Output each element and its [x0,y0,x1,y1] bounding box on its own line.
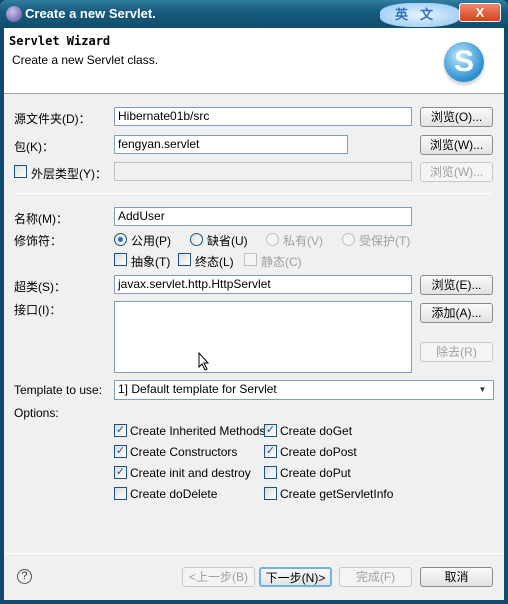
next-button[interactable]: 下一步(N)> [259,567,332,587]
option-checkbox[interactable]: ✓ [114,466,127,479]
help-icon[interactable]: ? [17,569,32,584]
servlet-logo-icon: S [444,42,484,82]
mouse-cursor-icon [198,352,210,371]
option-checkbox[interactable] [264,466,277,479]
superclass-label: 超类(S)： [14,280,66,294]
source-folder-input[interactable]: Hibernate01b/src [114,107,412,126]
dialog-window: Create a new Servlet. 英文 X Servlet Wizar… [0,0,508,604]
static-checkbox[interactable] [244,253,257,266]
superclass-input[interactable]: javax.servlet.http.HttpServlet [114,275,412,294]
dialog-body: Servlet Wizard Create a new Servlet clas… [4,28,504,600]
template-label: Template to use: [14,383,103,397]
back-button[interactable]: <上一步(B) [182,567,255,587]
template-select[interactable]: 1] Default template for Servlet ▼ [114,380,494,400]
package-input[interactable]: fengyan.servlet [114,135,348,154]
option-label: Create doDelete [130,487,218,501]
option-label: Create init and destroy [130,466,251,480]
option-label: Create Inherited Methods [130,424,266,438]
option-checkbox[interactable]: ✓ [114,445,127,458]
option-label: Create doGet [280,424,353,438]
browse-enclosing-type-button[interactable]: 浏览(W)... [420,162,493,182]
radio-private-label: 私有(V) [283,234,323,248]
option-checkbox[interactable]: ✓ [264,424,277,437]
close-button[interactable]: X [459,3,501,22]
eclipse-icon [6,6,22,22]
remove-interface-button[interactable]: 除去(R) [420,342,493,362]
browse-package-button[interactable]: 浏览(W)... [420,135,493,155]
final-checkbox[interactable] [178,253,191,266]
radio-default-label: 缺省(U) [207,234,248,248]
cancel-button[interactable]: 取消 [420,567,493,587]
template-select-value: 1] Default template for Servlet [118,382,277,396]
radio-public[interactable] [114,233,127,246]
radio-protected-label: 受保护(T) [359,234,411,248]
option-checkbox[interactable]: ✓ [264,445,277,458]
abstract-checkbox[interactable] [114,253,127,266]
options-label: Options: [14,406,59,420]
option-checkbox[interactable] [264,487,277,500]
name-label: 名称(M)： [14,212,68,226]
radio-protected[interactable] [342,233,355,246]
window-title: Create a new Servlet. [25,6,156,21]
footer-divider [4,553,504,554]
title-bar[interactable]: Create a new Servlet. 英文 X [0,0,508,28]
modifiers-label: 修饰符： [14,234,63,248]
browse-source-folder-button[interactable]: 浏览(O)... [420,107,493,127]
add-interface-button[interactable]: 添加(A)... [420,303,493,323]
option-label: Create Constructors [130,445,238,459]
radio-public-label: 公用(P) [131,234,171,248]
wizard-header: Servlet Wizard Create a new Servlet clas… [4,28,504,94]
interfaces-list[interactable] [114,301,412,373]
interfaces-label: 接口(I)： [14,303,62,317]
final-label: 终态(L) [195,255,234,269]
option-label: Create doPut [280,466,351,480]
radio-private[interactable] [266,233,279,246]
option-checkbox[interactable] [114,487,127,500]
wizard-description: Create a new Servlet class. [12,53,159,67]
enclosing-type-checkbox[interactable] [14,165,27,178]
divider [14,193,493,194]
source-folder-label: 源文件夹(D)： [14,112,91,126]
radio-default[interactable] [190,233,203,246]
chevron-down-icon[interactable]: ▼ [475,382,490,398]
enclosing-type-label: 外层类型(Y)： [31,167,107,181]
wizard-title: Servlet Wizard [9,34,111,48]
option-checkbox[interactable]: ✓ [114,424,127,437]
browse-superclass-button[interactable]: 浏览(E)... [420,275,493,295]
finish-button[interactable]: 完成(F) [339,567,412,587]
package-label: 包(K)： [14,140,54,154]
name-input[interactable]: AddUser [114,207,412,226]
ime-indicator[interactable]: 英文 [380,3,460,27]
static-label: 静态(C) [261,255,302,269]
abstract-label: 抽象(T) [131,255,171,269]
enclosing-type-input[interactable] [114,162,412,181]
option-label: Create getServletInfo [280,487,394,501]
option-label: Create doPost [280,445,357,459]
